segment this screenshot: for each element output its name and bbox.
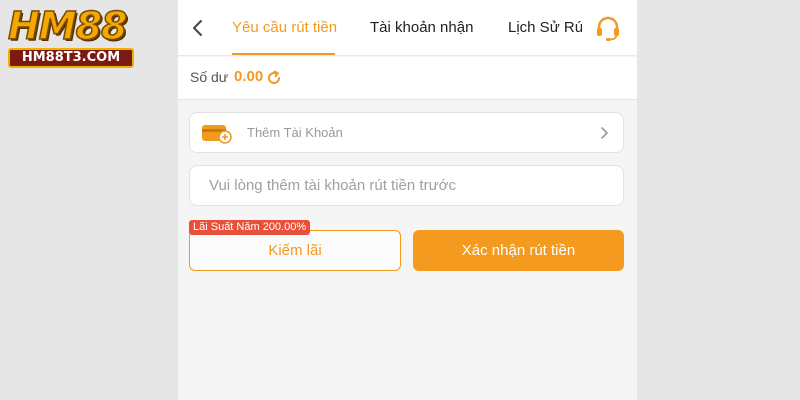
- earn-interest-button[interactable]: Kiếm lãi: [189, 230, 401, 271]
- tab-receiving-account[interactable]: Tài khoản nhận: [370, 0, 474, 56]
- active-tab-underline: [232, 53, 335, 55]
- add-account-label: Thêm Tài Khoản: [247, 125, 343, 140]
- balance-row: Số dư 0.00: [178, 57, 637, 100]
- balance-value: 0.00: [234, 68, 264, 85]
- tab-label: Yêu cầu rút tiền: [232, 19, 338, 36]
- interest-rate-badge: Lãi Suất Năm 200.00%: [189, 220, 311, 235]
- top-nav-bar: Yêu cầu rút tiền Tài khoản nhận Lịch Sử …: [178, 0, 637, 56]
- brand-logo: HM88 HM88T3.COM: [7, 4, 136, 68]
- logo-domain-text: HM88T3.COM: [8, 48, 134, 68]
- add-account-button[interactable]: Thêm Tài Khoản: [189, 112, 624, 153]
- withdraw-account-input[interactable]: [189, 165, 624, 206]
- wallet-add-icon: [202, 122, 232, 144]
- tab-withdraw-request[interactable]: Yêu cầu rút tiền: [232, 0, 338, 56]
- chevron-left-icon[interactable]: [188, 16, 208, 40]
- tab-label: Lịch Sử Rú: [508, 19, 582, 36]
- chevron-right-icon: [599, 126, 609, 140]
- headset-icon[interactable]: [594, 14, 622, 42]
- balance-label: Số dư: [190, 69, 229, 85]
- tab-label: Tài khoản nhận: [370, 19, 474, 36]
- tab-history[interactable]: Lịch Sử Rú: [508, 0, 582, 56]
- logo-main-text: HM88: [7, 4, 128, 48]
- confirm-withdraw-button[interactable]: Xác nhận rút tiền: [413, 230, 624, 271]
- refresh-icon[interactable]: [265, 69, 283, 87]
- withdraw-panel: Yêu cầu rút tiền Tài khoản nhận Lịch Sử …: [178, 0, 637, 400]
